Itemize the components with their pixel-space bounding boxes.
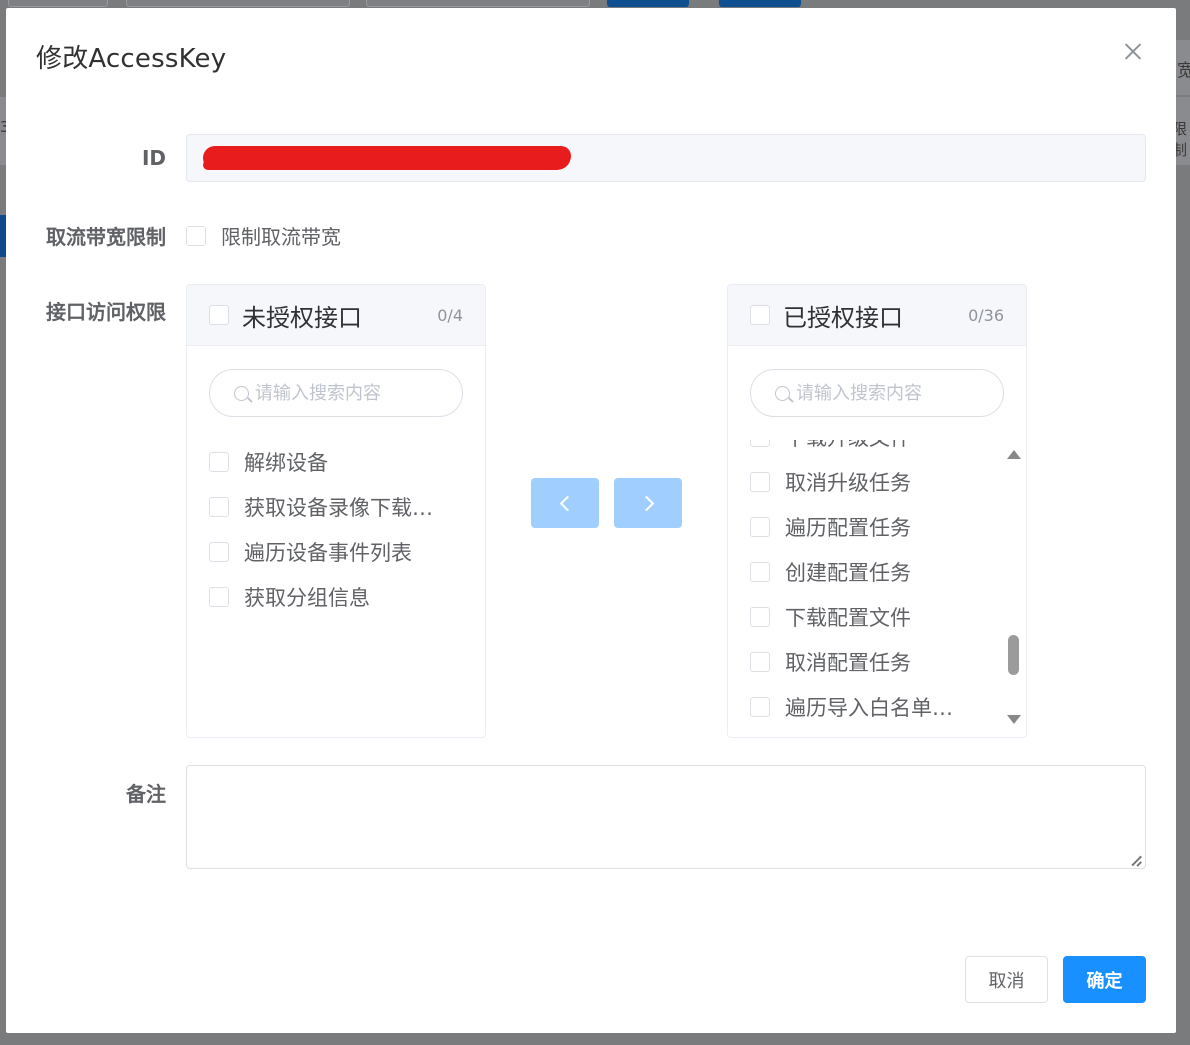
move-to-right-button[interactable] (614, 478, 682, 528)
list-item[interactable]: 解绑设备 (209, 439, 461, 484)
bandwidth-limit-row[interactable]: 限制取流带宽 (186, 221, 341, 250)
unauthorized-api-panel: 未授权接口 0/4 解绑设备 获取设备录像下载… 遍历设备事件列表 获取分组信息 (186, 284, 486, 738)
item-checkbox[interactable] (750, 606, 770, 627)
dialog-title: 修改AccessKey (36, 44, 227, 74)
background-input (8, 0, 108, 7)
cancel-button[interactable]: 取消 (965, 956, 1048, 1003)
unauthorized-search[interactable] (209, 369, 463, 417)
item-checkbox[interactable] (209, 496, 229, 517)
panel-header: 已授权接口 0/36 (728, 285, 1026, 346)
authorized-api-panel: 已授权接口 0/36 下载升级文件 取消升级任务 遍历配置任务 创建配置任务 下… (727, 284, 1027, 738)
edit-accesskey-dialog: 修改AccessKey ID 取流带宽限制 限制取流带宽 接口访问权限 未授权接… (6, 8, 1176, 1033)
item-checkbox[interactable] (750, 651, 770, 672)
background-text: 宽 (1177, 61, 1190, 81)
remark-label: 备注 (126, 782, 166, 806)
id-label: ID (141, 146, 166, 170)
authorized-api-list: 下载升级文件 取消升级任务 遍历配置任务 创建配置任务 下载配置文件 取消配置任… (750, 440, 1002, 729)
background-input (366, 0, 590, 7)
item-checkbox[interactable] (750, 440, 770, 447)
background-button (719, 0, 801, 7)
move-to-left-button[interactable] (531, 478, 599, 528)
bandwidth-limit-checkbox-label[interactable]: 限制取流带宽 (221, 221, 341, 250)
item-checkbox[interactable] (750, 471, 770, 492)
list-item[interactable]: 取消配置任务 (750, 639, 1002, 684)
list-item[interactable]: 获取分组信息 (209, 574, 461, 619)
scroll-down-icon[interactable] (1007, 715, 1021, 724)
redaction-mark (203, 146, 571, 170)
authorized-search[interactable] (750, 369, 1004, 417)
select-all-unauthorized-checkbox[interactable] (209, 305, 229, 325)
chevron-right-icon (638, 495, 654, 511)
background-input (126, 0, 350, 7)
list-item[interactable]: 下载升级文件 (750, 440, 1002, 459)
close-icon[interactable] (1122, 40, 1144, 62)
scroll-up-icon[interactable] (1007, 450, 1021, 459)
unauthorized-api-list: 解绑设备 获取设备录像下载… 遍历设备事件列表 获取分组信息 (209, 439, 461, 619)
panel-count: 0/4 (437, 305, 463, 325)
panel-title: 已授权接口 (783, 303, 903, 332)
authorized-search-input[interactable] (796, 382, 996, 404)
bandwidth-limit-checkbox[interactable] (186, 225, 206, 246)
panel-count: 0/36 (968, 305, 1004, 325)
scrollbar[interactable] (1006, 450, 1022, 730)
resize-grip-icon[interactable] (1132, 856, 1142, 866)
authorized-list-viewport[interactable]: 下载升级文件 取消升级任务 遍历配置任务 创建配置任务 下载配置文件 取消配置任… (728, 440, 1026, 737)
select-all-authorized-checkbox[interactable] (750, 305, 770, 325)
item-checkbox[interactable] (209, 586, 229, 607)
list-item[interactable]: 遍历配置任务 (750, 504, 1002, 549)
list-item[interactable]: 下载配置文件 (750, 594, 1002, 639)
list-item[interactable]: 遍历导入白名单… (750, 684, 1002, 729)
list-item[interactable]: 遍历设备事件列表 (209, 529, 461, 574)
confirm-button[interactable]: 确定 (1063, 956, 1146, 1003)
api-permission-label: 接口访问权限 (46, 300, 166, 324)
item-checkbox[interactable] (750, 516, 770, 537)
item-checkbox[interactable] (209, 541, 229, 562)
list-item[interactable]: 取消升级任务 (750, 459, 1002, 504)
id-field (186, 134, 1146, 182)
search-icon (234, 385, 249, 401)
item-checkbox[interactable] (209, 451, 229, 472)
item-checkbox[interactable] (750, 696, 770, 717)
panel-header: 未授权接口 0/4 (187, 285, 485, 346)
list-item[interactable]: 创建配置任务 (750, 549, 1002, 594)
panel-title: 未授权接口 (242, 303, 362, 332)
list-item[interactable]: 获取设备录像下载… (209, 484, 461, 529)
remark-textarea[interactable] (186, 765, 1146, 869)
chevron-left-icon (559, 495, 575, 511)
bandwidth-limit-label: 取流带宽限制 (46, 225, 166, 249)
item-checkbox[interactable] (750, 561, 770, 582)
search-icon (775, 385, 790, 401)
scrollbar-thumb[interactable] (1008, 635, 1019, 675)
unauthorized-search-input[interactable] (255, 382, 455, 404)
background-button (607, 0, 689, 7)
